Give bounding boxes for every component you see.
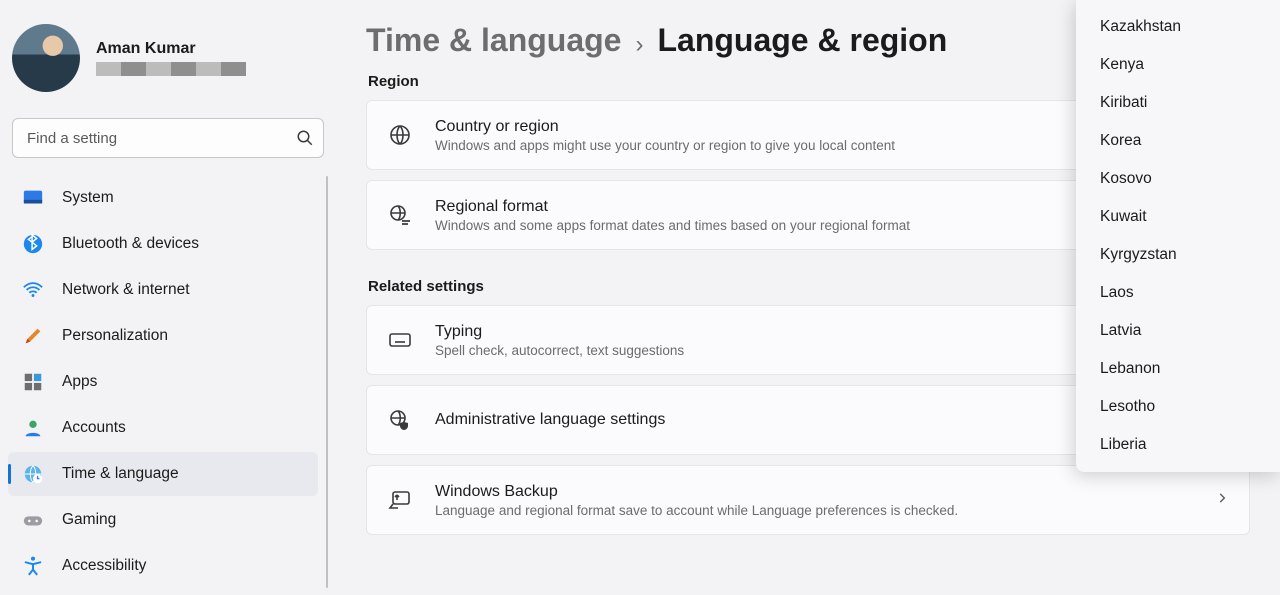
chevron-right-icon (1215, 491, 1229, 510)
nav-label: Network & internet (62, 281, 190, 299)
card-title: Windows Backup (435, 483, 1193, 501)
profile-name: Aman Kumar (96, 40, 246, 58)
backup-icon (387, 487, 413, 513)
nav-label: Gaming (62, 511, 116, 529)
gamepad-icon (22, 509, 44, 531)
nav-item-bluetooth[interactable]: Bluetooth & devices (8, 222, 318, 266)
country-option[interactable]: Kyrgyzstan (1076, 236, 1280, 274)
nav-label: Accounts (62, 419, 126, 437)
country-option[interactable]: Kazakhstan (1076, 8, 1280, 46)
nav-item-network[interactable]: Network & internet (8, 268, 318, 312)
country-dropdown[interactable]: KazakhstanKenyaKiribatiKoreaKosovoKuwait… (1076, 0, 1280, 472)
breadcrumb-parent[interactable]: Time & language (366, 22, 621, 59)
country-option[interactable]: Kosovo (1076, 160, 1280, 198)
globe-shield-icon (387, 407, 413, 433)
country-option[interactable]: Laos (1076, 274, 1280, 312)
profile-block[interactable]: Aman Kumar (8, 20, 328, 104)
nav-item-personalization[interactable]: Personalization (8, 314, 318, 358)
apps-icon (22, 371, 44, 393)
globe-icon (387, 122, 413, 148)
country-option[interactable]: Liberia (1076, 426, 1280, 464)
search-input[interactable] (12, 118, 324, 158)
country-option[interactable]: Kuwait (1076, 198, 1280, 236)
nav-list: System Bluetooth & devices Network & int… (8, 176, 328, 588)
sidebar: Aman Kumar System (0, 0, 336, 595)
country-option[interactable]: Kenya (1076, 46, 1280, 84)
country-option[interactable]: Lesotho (1076, 388, 1280, 426)
country-option[interactable]: Lebanon (1076, 350, 1280, 388)
bluetooth-icon (22, 233, 44, 255)
nav-item-accounts[interactable]: Accounts (8, 406, 318, 450)
globe-clock-icon (22, 463, 44, 485)
avatar (12, 24, 80, 92)
search-icon (296, 129, 314, 147)
nav-item-apps[interactable]: Apps (8, 360, 318, 404)
card-sub: Language and regional format save to acc… (435, 503, 1193, 518)
country-option[interactable]: Korea (1076, 122, 1280, 160)
system-icon (22, 187, 44, 209)
paintbrush-icon (22, 325, 44, 347)
keyboard-icon (387, 327, 413, 353)
country-option[interactable]: Latvia (1076, 312, 1280, 350)
globe-text-icon (387, 202, 413, 228)
nav-item-time-language[interactable]: Time & language (8, 452, 318, 496)
nav-label: Personalization (62, 327, 168, 345)
nav-label: Bluetooth & devices (62, 235, 199, 253)
accessibility-icon (22, 555, 44, 577)
person-icon (22, 417, 44, 439)
nav-label: Apps (62, 373, 97, 391)
page-title: Language & region (657, 22, 947, 59)
nav-scrollbar[interactable] (326, 176, 328, 588)
card-windows-backup[interactable]: Windows Backup Language and regional for… (366, 465, 1250, 535)
profile-email-redacted (96, 62, 246, 76)
nav-label: System (62, 189, 114, 207)
nav-label: Accessibility (62, 557, 146, 575)
nav-item-accessibility[interactable]: Accessibility (8, 544, 318, 588)
wifi-icon (22, 279, 44, 301)
chevron-right-icon: › (635, 31, 643, 59)
nav-item-system[interactable]: System (8, 176, 318, 220)
nav-label: Time & language (62, 465, 179, 483)
nav-item-gaming[interactable]: Gaming (8, 498, 318, 542)
country-option[interactable]: Kiribati (1076, 84, 1280, 122)
